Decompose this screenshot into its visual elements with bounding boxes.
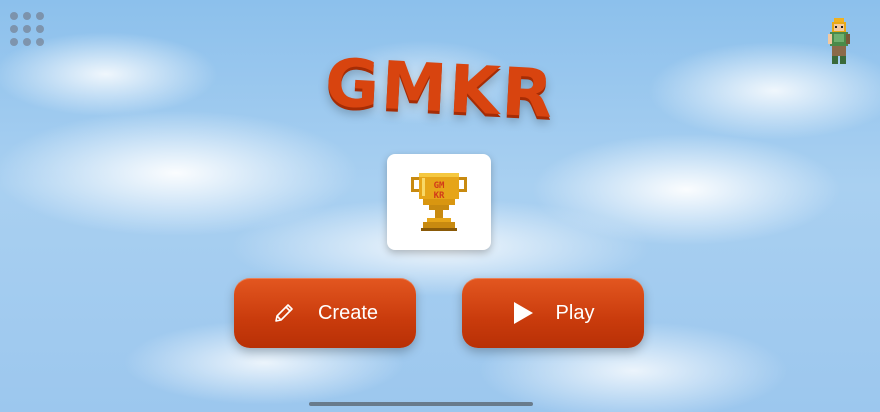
create-button[interactable]: Create [234, 278, 416, 348]
trophy-icon: GM KR [411, 173, 467, 231]
play-button[interactable]: Play [462, 278, 644, 348]
home-indicator[interactable] [309, 402, 533, 406]
trophy-label-top: GM [434, 181, 445, 191]
menu-dot [10, 12, 18, 20]
trophy-card[interactable]: GM KR [387, 154, 491, 250]
pencil-icon [272, 301, 296, 325]
play-icon [512, 301, 534, 325]
create-button-label: Create [317, 301, 379, 324]
player-avatar[interactable] [826, 18, 852, 66]
menu-dot [36, 12, 44, 20]
menu-dot [23, 12, 31, 20]
trophy-label-bottom: KR [434, 191, 445, 201]
play-button-label: Play [555, 301, 595, 324]
